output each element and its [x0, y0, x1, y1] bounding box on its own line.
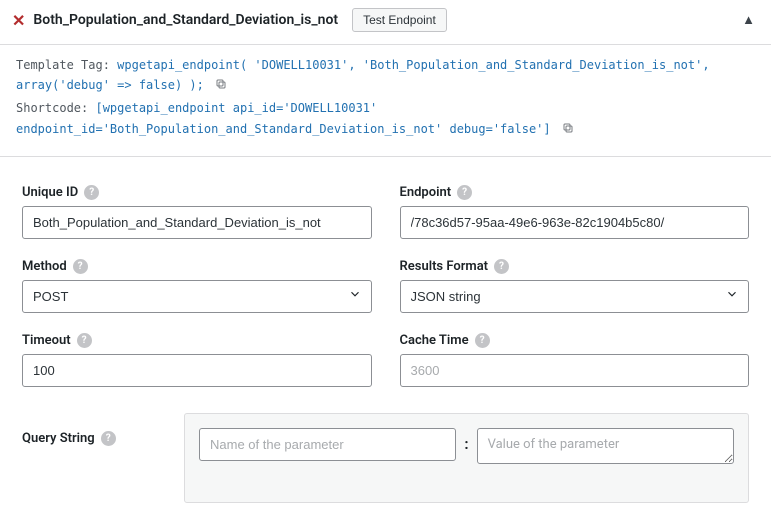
copy-icon[interactable]	[562, 123, 574, 138]
help-icon[interactable]: ?	[73, 259, 88, 274]
test-endpoint-button[interactable]: Test Endpoint	[352, 8, 447, 32]
query-string-box: :	[184, 413, 749, 503]
unique-id-label-row: Unique ID ?	[22, 185, 372, 200]
shortcode-code: [wpgetapi_endpoint api_id='DOWELL10031' …	[16, 101, 551, 135]
query-string-row: Query String ? :	[22, 413, 749, 503]
timeout-label: Timeout	[22, 333, 71, 348]
help-icon[interactable]: ?	[457, 185, 472, 200]
shortcode-label: Shortcode:	[16, 101, 95, 115]
endpoint-input[interactable]	[400, 206, 750, 239]
help-icon[interactable]: ?	[101, 431, 116, 446]
unique-id-label: Unique ID	[22, 185, 78, 200]
timeout-input[interactable]	[22, 354, 372, 387]
endpoint-label-row: Endpoint ?	[400, 185, 750, 200]
method-label: Method	[22, 259, 67, 274]
settings-form: Unique ID ? Endpoint ? Method ? POST	[0, 157, 771, 503]
panel-title: Both_Population_and_Standard_Deviation_i…	[33, 12, 338, 28]
help-icon[interactable]: ?	[475, 333, 490, 348]
method-label-row: Method ?	[22, 259, 372, 274]
help-icon[interactable]: ?	[494, 259, 509, 274]
query-param-value-input[interactable]	[477, 428, 734, 464]
cache-time-label-row: Cache Time ?	[400, 333, 750, 348]
query-string-label: Query String	[22, 431, 95, 446]
query-string-label-row: Query String ?	[22, 431, 162, 446]
close-icon[interactable]: ✕	[12, 11, 25, 30]
template-tag-code: wpgetapi_endpoint( 'DOWELL10031', 'Both_…	[16, 58, 710, 92]
shortcode-line: Shortcode: [wpgetapi_endpoint api_id='DO…	[16, 98, 755, 141]
template-tag-line: Template Tag: wpgetapi_endpoint( 'DOWELL…	[16, 55, 755, 98]
cache-time-input[interactable]	[400, 354, 750, 387]
cache-time-label: Cache Time	[400, 333, 469, 348]
template-tag-label: Template Tag:	[16, 58, 117, 72]
panel-header: ✕ Both_Population_and_Standard_Deviation…	[0, 0, 771, 45]
query-param-name-input[interactable]	[199, 428, 456, 461]
collapse-icon[interactable]: ▲	[742, 12, 755, 28]
help-icon[interactable]: ?	[84, 185, 99, 200]
results-format-label: Results Format	[400, 259, 489, 274]
query-string-colon: :	[464, 428, 468, 453]
help-icon[interactable]: ?	[77, 333, 92, 348]
copy-icon[interactable]	[215, 79, 227, 94]
results-format-label-row: Results Format ?	[400, 259, 750, 274]
endpoint-label: Endpoint	[400, 185, 452, 200]
timeout-label-row: Timeout ?	[22, 333, 372, 348]
method-select[interactable]: POST	[22, 280, 372, 313]
code-tags-block: Template Tag: wpgetapi_endpoint( 'DOWELL…	[0, 45, 771, 157]
unique-id-input[interactable]	[22, 206, 372, 239]
results-format-select[interactable]: JSON string	[400, 280, 750, 313]
